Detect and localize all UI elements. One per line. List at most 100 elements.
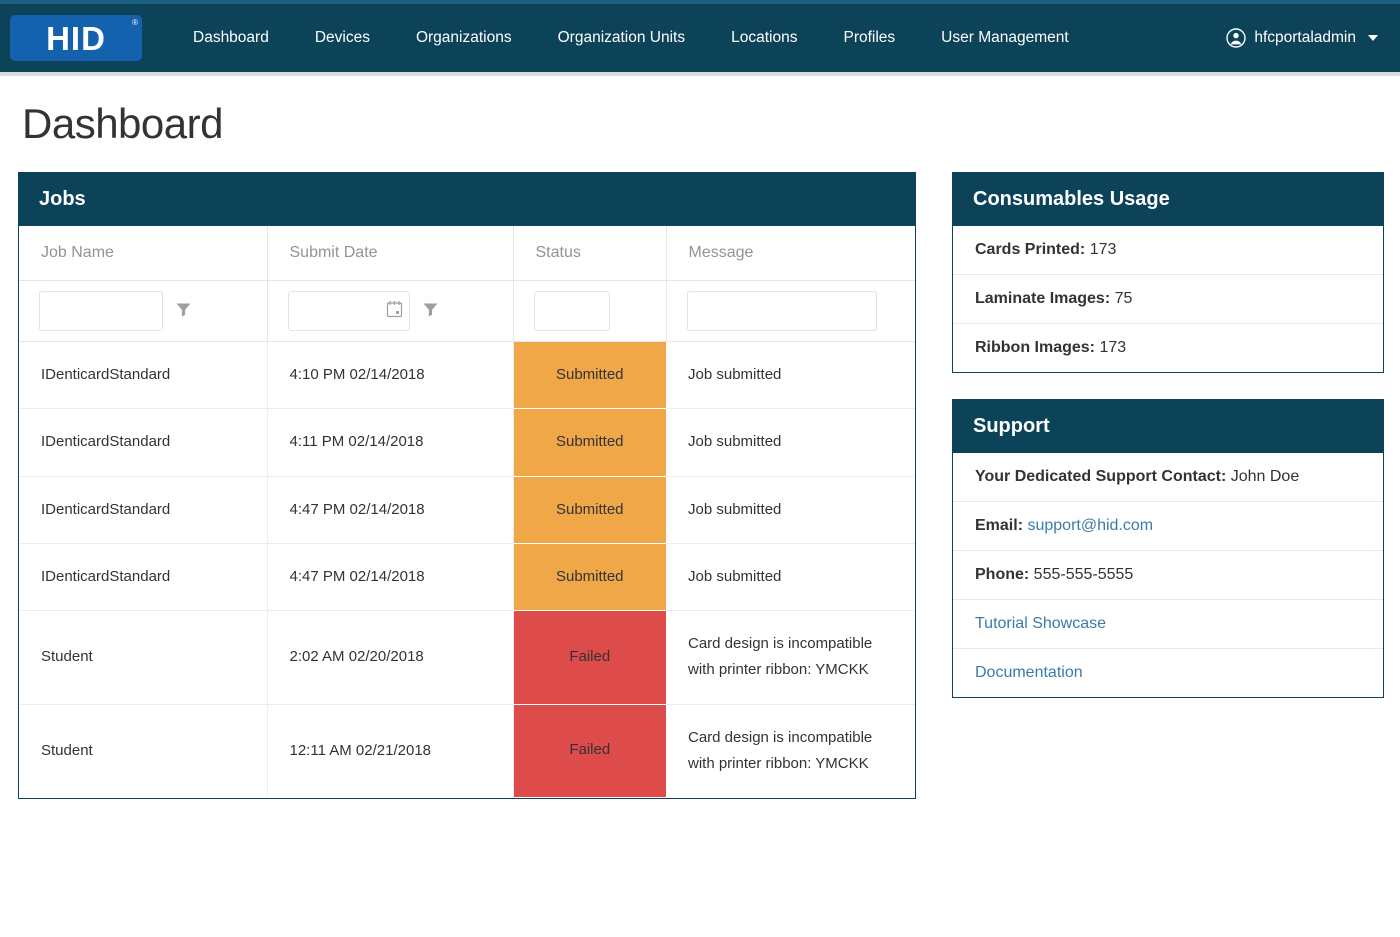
jobs-panel-title: Jobs (19, 173, 915, 226)
cell-message: Job submitted (666, 543, 915, 612)
jobs-table-head: Job Name Submit Date Status Message (19, 226, 915, 281)
cell-job-name: IDenticardStandard (19, 543, 268, 612)
nav-item-user-management[interactable]: User Management (918, 19, 1092, 57)
consumables-row-cards-printed: Cards Printed: 173 (953, 226, 1383, 275)
filter-cell-job-name (19, 280, 268, 342)
jobs-header-row: Job Name Submit Date Status Message (19, 226, 915, 281)
registered-trademark-icon: ® (132, 18, 138, 27)
cell-status: Failed (513, 610, 666, 705)
cell-message: Card design is incompatible with printer… (666, 610, 915, 705)
nav-item-dashboard[interactable]: Dashboard (170, 19, 292, 57)
cell-message: Job submitted (666, 341, 915, 410)
table-row[interactable]: IDenticardStandard 4:47 PM 02/14/2018 Subm… (19, 476, 915, 544)
laminate-images-value: 75 (1114, 290, 1133, 307)
page-content: Dashboard Jobs Job Name Submit Date Stat… (0, 100, 1400, 799)
table-row[interactable]: IDenticardStandard 4:11 PM 02/14/2018 Subm… (19, 408, 915, 477)
tutorial-showcase-link[interactable]: Tutorial Showcase (975, 615, 1106, 632)
jobs-filter-row (19, 280, 915, 342)
cell-status: Failed (513, 704, 666, 798)
column-header-status[interactable]: Status (513, 226, 667, 281)
message-filter-input[interactable] (686, 291, 877, 331)
nav-item-devices[interactable]: Devices (292, 19, 393, 57)
page-title: Dashboard (22, 100, 223, 147)
column-header-message[interactable]: Message (666, 226, 915, 281)
filter-funnel-icon[interactable] (422, 301, 439, 322)
support-row-email: Email: support@hid.com (953, 502, 1383, 551)
filter-cell-message (666, 280, 915, 342)
ribbon-images-label: Ribbon Images: (975, 339, 1096, 356)
hid-logo[interactable]: HID ® (10, 15, 142, 61)
nav-links: Dashboard Devices Organizations Organiza… (170, 19, 1092, 57)
support-row-contact: Your Dedicated Support Contact: John Doe (953, 453, 1383, 502)
hid-logo-text: HID (46, 19, 106, 57)
cell-message: Card design is incompatible with printer… (688, 728, 873, 772)
cell-job-name: Student (19, 610, 268, 705)
nav-item-locations[interactable]: Locations (708, 19, 820, 57)
cell-job-name: IDenticardStandard (19, 476, 268, 544)
cell-submit-date: 4:11 PM 02/14/2018 (267, 408, 514, 477)
submit-date-filter-wrapper (287, 291, 410, 331)
documentation-link[interactable]: Documentation (975, 664, 1083, 681)
jobs-table-body: IDenticardStandard 4:10 PM 02/14/2018 Subm… (19, 341, 915, 798)
dashboard-columns: Jobs Job Name Submit Date Status Message (18, 172, 1384, 799)
filter-funnel-icon[interactable] (175, 301, 192, 322)
nav-item-profiles[interactable]: Profiles (820, 19, 918, 57)
filter-cell-status (513, 280, 667, 342)
consumables-panel-title: Consumables Usage (953, 173, 1383, 226)
cell-status: Submitted (513, 408, 666, 477)
support-contact-label: Your Dedicated Support Contact: (975, 468, 1227, 485)
laminate-images-label: Laminate Images: (975, 290, 1111, 307)
support-contact-value: John Doe (1230, 468, 1300, 485)
user-menu-label: hfcportaladmin (1254, 29, 1356, 46)
sidebar-column: Consumables Usage Cards Printed: 173 Lam… (952, 172, 1384, 698)
jobs-table: Job Name Submit Date Status Message IDen… (19, 226, 915, 798)
nav-item-organization-units[interactable]: Organization Units (535, 19, 709, 57)
cell-status: Submitted (513, 341, 666, 410)
cell-job-name: Student (19, 704, 268, 797)
table-row[interactable]: IDenticardStandard 4:10 PM 02/14/2018 Subm… (19, 341, 915, 410)
cell-job-name: IDenticardStandard (19, 341, 268, 410)
cell-submit-date: 12:11 AM 02/21/2018 (267, 704, 514, 797)
table-row[interactable]: IDenticardStandard 4:47 PM 02/14/2018 Subm… (19, 543, 915, 612)
job-name-filter-input[interactable] (39, 291, 163, 331)
table-row[interactable]: Student 2:02 AM 02/20/2018 Failed Card desi… (19, 610, 915, 705)
support-panel: Support Your Dedicated Support Contact: … (952, 399, 1384, 698)
support-phone-label: Phone: (975, 566, 1030, 583)
column-header-submit-date[interactable]: Submit Date (267, 226, 514, 281)
status-filter-input[interactable] (533, 291, 610, 331)
main-navigation-bar: HID ® Dashboard Devices Organizations Or… (0, 4, 1400, 76)
support-row-tutorial: Tutorial Showcase (953, 600, 1383, 649)
jobs-filter-body (19, 280, 915, 342)
user-menu[interactable]: hfcportaladmin (1222, 22, 1382, 54)
support-email-link[interactable]: support@hid.com (1027, 517, 1153, 534)
chevron-down-icon (1368, 35, 1378, 41)
support-phone-value: 555-555-5555 (1033, 566, 1134, 583)
jobs-panel: Jobs Job Name Submit Date Status Message (18, 172, 916, 799)
cell-job-name: IDenticardStandard (19, 408, 268, 477)
consumables-usage-panel: Consumables Usage Cards Printed: 173 Lam… (952, 172, 1384, 373)
consumables-row-laminate-images: Laminate Images: 75 (953, 275, 1383, 324)
ribbon-images-value: 173 (1099, 339, 1127, 356)
cell-submit-date: 2:02 AM 02/20/2018 (267, 610, 514, 705)
jobs-column: Jobs Job Name Submit Date Status Message (18, 172, 916, 799)
table-row[interactable]: Student 12:11 AM 02/21/2018 Failed Card des… (19, 704, 915, 798)
cell-submit-date: 4:47 PM 02/14/2018 (267, 476, 514, 544)
support-panel-title: Support (953, 400, 1383, 453)
user-circle-icon (1226, 28, 1247, 48)
cell-submit-date: 4:10 PM 02/14/2018 (267, 341, 514, 410)
support-row-documentation: Documentation (953, 649, 1383, 697)
cell-message: Job submitted (666, 476, 915, 544)
cell-status: Submitted (513, 476, 666, 544)
submit-date-filter-input[interactable] (287, 291, 410, 331)
cell-message: Job submitted (666, 408, 915, 477)
cards-printed-value: 173 (1089, 241, 1117, 258)
cards-printed-label: Cards Printed: (975, 241, 1086, 258)
support-row-phone: Phone: 555-555-5555 (953, 551, 1383, 600)
filter-cell-submit-date (267, 280, 514, 342)
column-header-job-name[interactable]: Job Name (19, 226, 268, 281)
support-email-label: Email: (975, 517, 1024, 534)
cell-status: Submitted (513, 543, 666, 612)
nav-item-organizations[interactable]: Organizations (393, 19, 535, 57)
consumables-row-ribbon-images: Ribbon Images: 173 (953, 324, 1383, 372)
cell-submit-date: 4:47 PM 02/14/2018 (267, 543, 514, 612)
